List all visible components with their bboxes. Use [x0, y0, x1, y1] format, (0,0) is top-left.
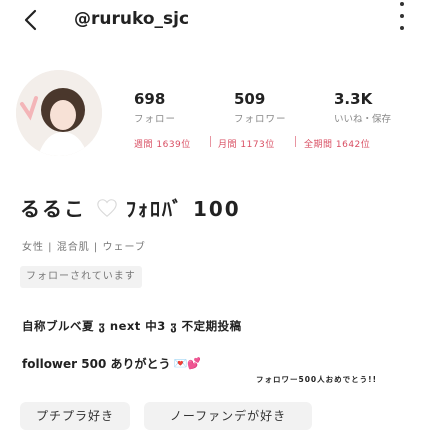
back-button[interactable] [16, 6, 44, 34]
stat-following-count: 698 [134, 90, 166, 108]
interest-tag[interactable]: ノーファンデが好き [144, 402, 312, 430]
chevron-left-icon [24, 9, 37, 31]
stat-followers[interactable]: 509 フォロワー [234, 90, 287, 125]
interest-tag[interactable]: プチプラ好き [20, 402, 130, 430]
stat-followers-label: フォロワー [234, 114, 287, 125]
stat-followers-count: 509 [234, 90, 266, 108]
display-name: るるこ ﾌｫﾛﾊﾞ 100 [20, 193, 241, 222]
follows-you-badge: フォローされています [20, 266, 142, 288]
more-options-button[interactable] [394, 2, 410, 30]
rank-divider [210, 136, 211, 147]
white-heart-icon [97, 198, 117, 217]
rank-monthly: 月間 1173位 [218, 140, 275, 150]
stat-following[interactable]: 698 フォロー [134, 90, 176, 125]
stat-following-label: フォロー [134, 114, 177, 125]
display-name-text: るるこ [20, 197, 86, 221]
bio-line-1: 自称ブルベ夏 ჳ next 中3 ჳ 不定期投稿 [22, 319, 242, 333]
stat-likes-label: いいね・保存 [334, 114, 392, 125]
display-name-suffix: ﾌｫﾛﾊﾞ 100 [126, 197, 241, 221]
bio-line-3: フォロワー500人おめでとう!! [256, 375, 377, 384]
rank-all-time: 全期間 1642位 [304, 140, 371, 150]
stat-likes-count: 3.3K [334, 90, 373, 108]
bio-line-2: follower 500 ありがとう 💌💕 [22, 355, 201, 372]
avatar-image [16, 70, 102, 156]
rank-divider [295, 136, 296, 147]
profile-attributes: 女性 | 混合肌 | ウェーブ [22, 242, 146, 253]
more-vertical-icon [400, 2, 404, 6]
bio-line-2-text: follower 500 ありがとう [22, 357, 171, 371]
stat-likes-saves[interactable]: 3.3K いいね・保存 [334, 90, 391, 125]
profile-username: @ruruko_sjc [74, 9, 190, 29]
profile-avatar[interactable] [16, 70, 102, 156]
letter-heart-emoji-icon: 💌💕 [173, 357, 201, 370]
rank-weekly: 週間 1639位 [134, 140, 191, 150]
